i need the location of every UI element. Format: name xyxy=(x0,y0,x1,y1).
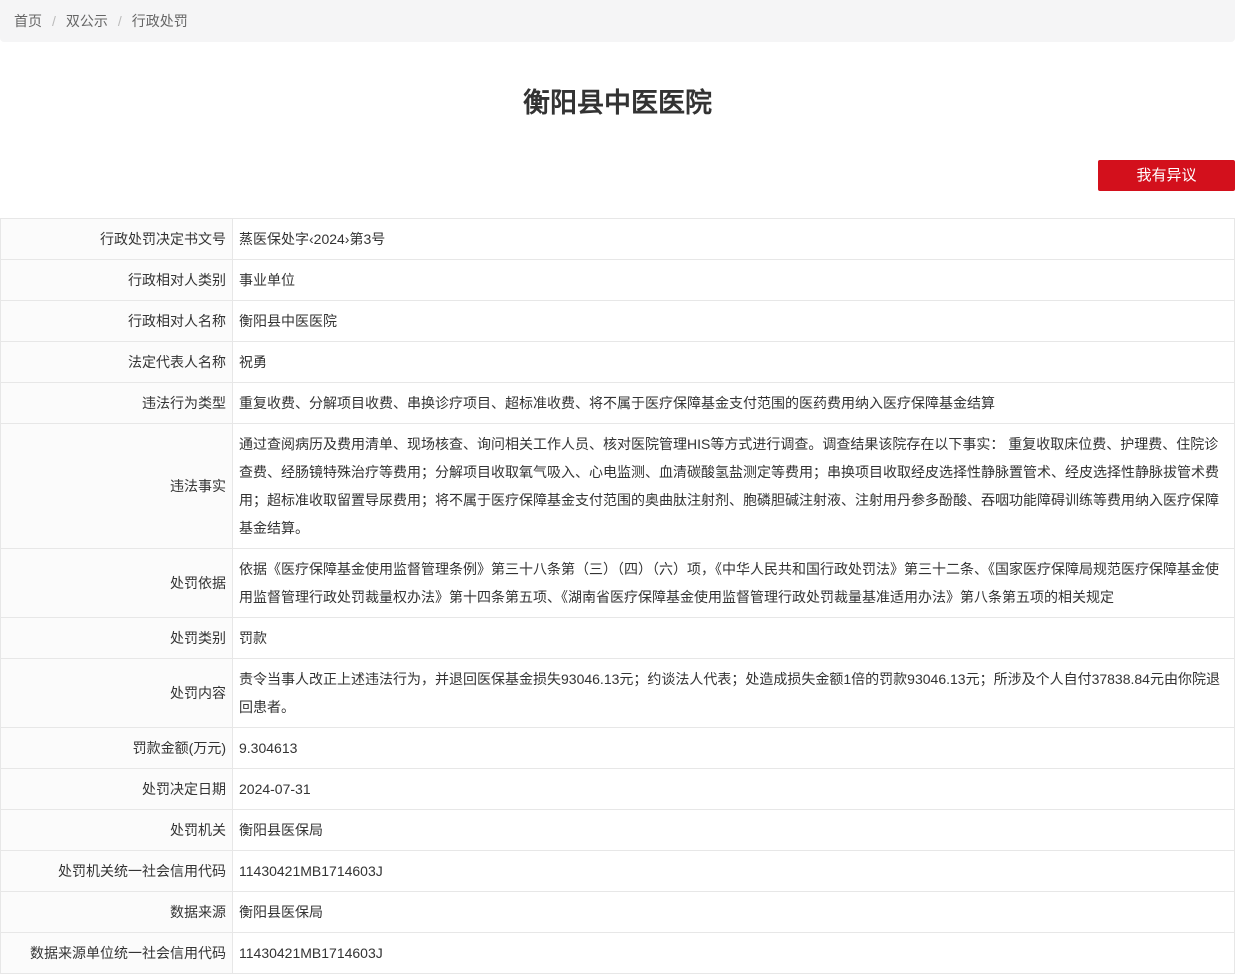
row-value-data-source: 衡阳县医保局 xyxy=(233,892,1235,933)
table-row: 处罚类别 罚款 xyxy=(1,618,1235,659)
row-label-violation-type: 违法行为类型 xyxy=(1,383,233,424)
penalty-detail-table: 行政处罚决定书文号 蒸医保处字‹2024›第3号 行政相对人类别 事业单位 行政… xyxy=(0,218,1235,974)
table-row: 行政相对人名称 衡阳县中医医院 xyxy=(1,301,1235,342)
table-row: 处罚依据 依据《医疗保障基金使用监督管理条例》第三十八条第（三）（四）（六）项，… xyxy=(1,549,1235,618)
row-label-counterpart-type: 行政相对人类别 xyxy=(1,260,233,301)
row-value-penalty-basis: 依据《医疗保障基金使用监督管理条例》第三十八条第（三）（四）（六）项，《中华人民… xyxy=(233,549,1235,618)
row-label-penalty-content: 处罚内容 xyxy=(1,659,233,728)
row-value-decision-doc-number: 蒸医保处字‹2024›第3号 xyxy=(233,219,1235,260)
row-value-counterpart-type: 事业单位 xyxy=(233,260,1235,301)
row-value-violation-type: 重复收费、分解项目收费、串换诊疗项目、超标准收费、将不属于医疗保障基金支付范围的… xyxy=(233,383,1235,424)
row-label-authority-credit-code: 处罚机关统一社会信用代码 xyxy=(1,851,233,892)
table-row: 法定代表人名称 祝勇 xyxy=(1,342,1235,383)
row-label-violation-facts: 违法事实 xyxy=(1,424,233,549)
dispute-button[interactable]: 我有异议 xyxy=(1098,160,1235,191)
row-label-source-unit-credit-code: 数据来源单位统一社会信用代码 xyxy=(1,933,233,974)
row-label-fine-amount: 罚款金额(万元) xyxy=(1,728,233,769)
row-label-legal-representative: 法定代表人名称 xyxy=(1,342,233,383)
row-value-decision-date: 2024-07-31 xyxy=(233,769,1235,810)
table-row: 处罚决定日期 2024-07-31 xyxy=(1,769,1235,810)
row-label-counterpart-name: 行政相对人名称 xyxy=(1,301,233,342)
row-value-penalty-content: 责令当事人改正上述违法行为，并退回医保基金损失93046.13元；约谈法人代表；… xyxy=(233,659,1235,728)
row-label-penalty-authority: 处罚机关 xyxy=(1,810,233,851)
breadcrumb-separator: / xyxy=(52,13,56,29)
table-row: 违法行为类型 重复收费、分解项目收费、串换诊疗项目、超标准收费、将不属于医疗保障… xyxy=(1,383,1235,424)
breadcrumb-item-admin-penalty: 行政处罚 xyxy=(132,11,188,31)
row-value-fine-amount: 9.304613 xyxy=(233,728,1235,769)
row-label-penalty-category: 处罚类别 xyxy=(1,618,233,659)
table-row: 处罚内容 责令当事人改正上述违法行为，并退回医保基金损失93046.13元；约谈… xyxy=(1,659,1235,728)
breadcrumb-item-home[interactable]: 首页 xyxy=(14,11,42,31)
row-label-penalty-basis: 处罚依据 xyxy=(1,549,233,618)
page-title: 衡阳县中医医院 xyxy=(0,88,1235,118)
table-row: 罚款金额(万元) 9.304613 xyxy=(1,728,1235,769)
row-label-data-source: 数据来源 xyxy=(1,892,233,933)
table-row: 处罚机关 衡阳县医保局 xyxy=(1,810,1235,851)
breadcrumb: 首页 / 双公示 / 行政处罚 xyxy=(0,0,1235,42)
table-row: 行政处罚决定书文号 蒸医保处字‹2024›第3号 xyxy=(1,219,1235,260)
row-value-legal-representative: 祝勇 xyxy=(233,342,1235,383)
row-value-penalty-authority: 衡阳县医保局 xyxy=(233,810,1235,851)
row-value-violation-facts: 通过查阅病历及费用清单、现场核查、询问相关工作人员、核对医院管理HIS等方式进行… xyxy=(233,424,1235,549)
table-row: 行政相对人类别 事业单位 xyxy=(1,260,1235,301)
breadcrumb-item-dual-publicity[interactable]: 双公示 xyxy=(66,11,108,31)
row-value-penalty-category: 罚款 xyxy=(233,618,1235,659)
row-label-decision-doc-number: 行政处罚决定书文号 xyxy=(1,219,233,260)
table-row: 数据来源单位统一社会信用代码 11430421MB1714603J xyxy=(1,933,1235,974)
row-value-source-unit-credit-code: 11430421MB1714603J xyxy=(233,933,1235,974)
row-value-authority-credit-code: 11430421MB1714603J xyxy=(233,851,1235,892)
table-row: 数据来源 衡阳县医保局 xyxy=(1,892,1235,933)
button-row: 我有异议 xyxy=(0,160,1235,191)
breadcrumb-separator: / xyxy=(118,13,122,29)
row-value-counterpart-name: 衡阳县中医医院 xyxy=(233,301,1235,342)
row-label-decision-date: 处罚决定日期 xyxy=(1,769,233,810)
table-row: 处罚机关统一社会信用代码 11430421MB1714603J xyxy=(1,851,1235,892)
table-row: 违法事实 通过查阅病历及费用清单、现场核查、询问相关工作人员、核对医院管理HIS… xyxy=(1,424,1235,549)
